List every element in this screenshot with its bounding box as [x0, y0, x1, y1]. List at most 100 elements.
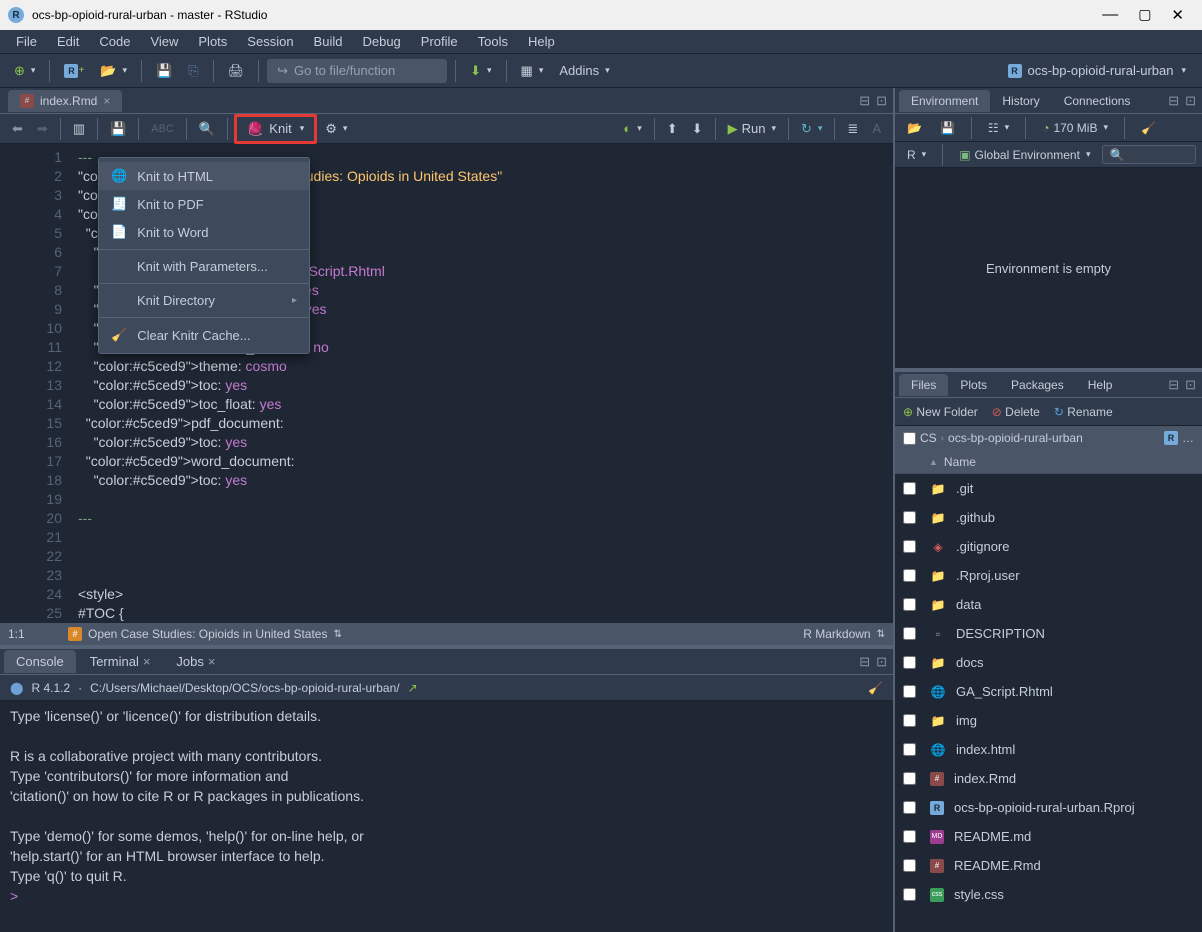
goto-file-function-input[interactable]: ↪ Go to file/function [267, 59, 447, 83]
find-button[interactable]: 🔍 [193, 118, 221, 140]
console-pane-max[interactable]: ⊡ [876, 654, 887, 670]
env-search[interactable]: 🔍 [1102, 145, 1196, 164]
new-file-button[interactable]: ⊕▾ [8, 60, 41, 82]
file-row[interactable]: cssstyle.css [895, 880, 1202, 909]
new-project-button[interactable]: R+ [58, 61, 90, 81]
tab-environment[interactable]: Environment [899, 90, 990, 112]
gear-button[interactable]: ⚙▾ [319, 118, 353, 140]
file-checkbox[interactable] [903, 540, 916, 553]
back-button[interactable]: ⬅ [6, 118, 29, 140]
file-row[interactable]: 📁data [895, 590, 1202, 619]
file-row[interactable]: 📁docs [895, 648, 1202, 677]
select-all-checkbox[interactable] [903, 432, 916, 445]
menu-edit[interactable]: Edit [49, 32, 87, 51]
env-pane-max[interactable]: ⊡ [1185, 93, 1196, 109]
file-row[interactable]: Rocs-bp-opioid-rural-urban.Rproj [895, 793, 1202, 822]
menu-build[interactable]: Build [306, 32, 351, 51]
wd-popup-icon[interactable]: ↗ [408, 681, 418, 695]
close-button[interactable]: ✕ [1171, 6, 1184, 24]
maximize-button[interactable]: ▢ [1138, 6, 1151, 24]
forward-button[interactable]: ➡ [31, 118, 54, 140]
menu-session[interactable]: Session [239, 32, 301, 51]
outline-button[interactable]: ≣ [841, 118, 864, 140]
knit-to-html[interactable]: 🌐Knit to HTML [99, 162, 309, 190]
show-in-new-window[interactable]: ▥ [67, 118, 91, 140]
tab-plots[interactable]: Plots [948, 374, 999, 396]
addins-button[interactable]: Addins▾ [553, 60, 615, 81]
tab-terminal[interactable]: Terminal × [78, 650, 163, 673]
files-column-header[interactable]: ▲ Name [895, 450, 1202, 474]
clear-console-icon[interactable]: 🧹 [868, 681, 883, 695]
knit-to-word[interactable]: 📄Knit to Word [99, 218, 309, 246]
spellcheck-button[interactable]: ABC [145, 120, 180, 138]
clear-knitr-cache[interactable]: 🧹Clear Knitr Cache... [99, 321, 309, 349]
menu-plots[interactable]: Plots [190, 32, 235, 51]
open-file-button[interactable]: 📂▾ [94, 60, 133, 82]
print-button[interactable]: 🖨 [222, 60, 251, 82]
source-addins-button[interactable]: ⬇▾ [464, 60, 497, 82]
knit-button[interactable]: 🧶 Knit ▾ [241, 119, 310, 139]
file-row[interactable]: 📁.git [895, 474, 1202, 503]
file-row[interactable]: 📁.Rproj.user [895, 561, 1202, 590]
clear-env-button[interactable]: 🧹 [1135, 118, 1162, 138]
insert-chunk-button[interactable]: ◐▾ [617, 118, 647, 139]
outline-dropdown[interactable]: # Open Case Studies: Opioids in United S… [68, 627, 342, 641]
console-pane-min[interactable]: ⊟ [859, 654, 870, 670]
knit-directory[interactable]: Knit Directory▸ [99, 287, 309, 314]
language-mode[interactable]: R Markdown ⇅ [803, 627, 885, 641]
file-checkbox[interactable] [903, 801, 916, 814]
menu-help[interactable]: Help [520, 32, 563, 51]
file-checkbox[interactable] [903, 743, 916, 756]
tab-console[interactable]: Console [4, 650, 76, 673]
files-pane-max[interactable]: ⊡ [1185, 377, 1196, 393]
file-row[interactable]: #README.Rmd [895, 851, 1202, 880]
menu-tools[interactable]: Tools [470, 32, 516, 51]
file-checkbox[interactable] [903, 627, 916, 640]
file-checkbox[interactable] [903, 511, 916, 524]
files-breadcrumb[interactable]: CS › ocs-bp-opioid-rural-urban R … [895, 426, 1202, 450]
file-checkbox[interactable] [903, 772, 916, 785]
menu-profile[interactable]: Profile [413, 32, 466, 51]
file-row[interactable]: #index.Rmd [895, 764, 1202, 793]
file-checkbox[interactable] [903, 569, 916, 582]
file-row[interactable]: MDREADME.md [895, 822, 1202, 851]
go-prev-chunk[interactable]: ⬆ [661, 118, 684, 140]
visual-button[interactable]: A [866, 118, 887, 139]
close-tab-icon[interactable]: × [103, 94, 110, 108]
save-all-button[interactable]: ⎘ [182, 60, 204, 82]
tab-connections[interactable]: Connections [1052, 90, 1143, 112]
tab-help[interactable]: Help [1076, 374, 1125, 396]
env-scope-dropdown[interactable]: ▣ Global Environment▾ [953, 145, 1096, 165]
files-more-icon[interactable]: … [1182, 431, 1194, 445]
tab-history[interactable]: History [990, 90, 1051, 112]
knit-with-params[interactable]: Knit with Parameters... [99, 253, 309, 280]
load-workspace-button[interactable]: 📂 [901, 118, 928, 138]
file-checkbox[interactable] [903, 598, 916, 611]
menu-file[interactable]: File [8, 32, 45, 51]
file-checkbox[interactable] [903, 830, 916, 843]
file-row[interactable]: 📁.github [895, 503, 1202, 532]
file-row[interactable]: 🌐GA_Script.Rhtml [895, 677, 1202, 706]
file-row[interactable]: ▫DESCRIPTION [895, 619, 1202, 648]
menu-debug[interactable]: Debug [354, 32, 408, 51]
project-menu[interactable]: R ocs-bp-opioid-rural-urban ▾ [1000, 60, 1195, 81]
console-body[interactable]: Type 'license()' or 'licence()' for dist… [0, 701, 893, 932]
file-checkbox[interactable] [903, 714, 916, 727]
memory-usage[interactable]: ◔ 170 MiB▾ [1036, 118, 1114, 138]
env-pane-min[interactable]: ⊟ [1168, 93, 1179, 109]
save-source-button[interactable]: 💾 [104, 118, 132, 140]
files-pane-min[interactable]: ⊟ [1168, 377, 1179, 393]
file-checkbox[interactable] [903, 482, 916, 495]
source-tab-index[interactable]: # index.Rmd × [8, 90, 122, 112]
minimize-button[interactable]: — [1102, 6, 1118, 24]
lang-scope[interactable]: R▾ [901, 145, 932, 165]
file-row[interactable]: ◈.gitignore [895, 532, 1202, 561]
file-checkbox[interactable] [903, 656, 916, 669]
save-workspace-button[interactable]: 💾 [934, 118, 961, 138]
file-row[interactable]: 🌐index.html [895, 735, 1202, 764]
rename-button[interactable]: ↻ Rename [1054, 405, 1113, 419]
run-button[interactable]: ▶Run▾ [722, 118, 782, 140]
save-button[interactable]: 💾 [150, 60, 178, 82]
pane-maximize-icon[interactable]: ⊡ [876, 93, 887, 109]
file-checkbox[interactable] [903, 888, 916, 901]
